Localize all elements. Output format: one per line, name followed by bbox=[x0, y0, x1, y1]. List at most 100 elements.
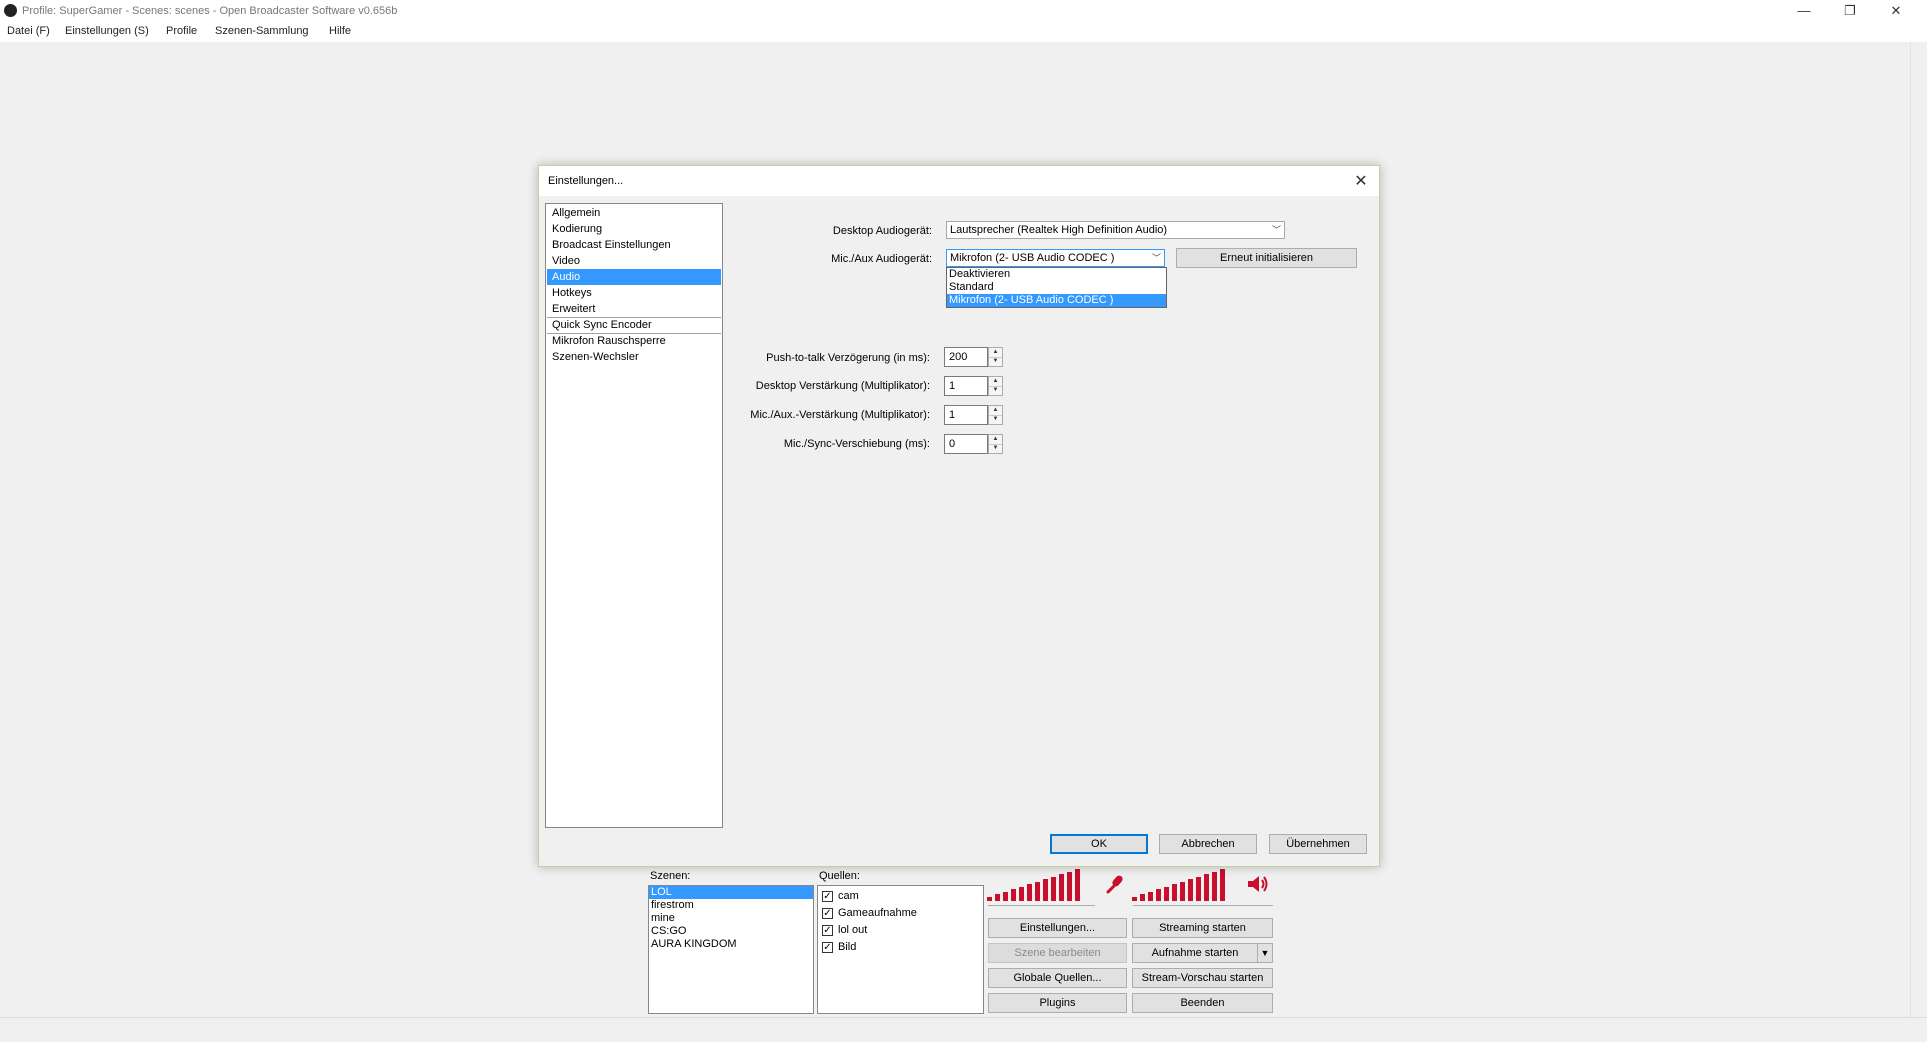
spin-down-icon[interactable]: ▼ bbox=[989, 357, 1002, 366]
spin-down-icon[interactable]: ▼ bbox=[989, 415, 1002, 424]
nav-item-video[interactable]: Video bbox=[547, 253, 721, 269]
checkbox[interactable]: ✓ bbox=[822, 941, 833, 953]
nav-item-noise-gate[interactable]: Mikrofon Rauschsperre bbox=[547, 333, 721, 349]
mic-volume-slider[interactable] bbox=[988, 905, 1095, 912]
scenes-list[interactable]: LOL firestrom mine CS:GO AURA KINGDOM bbox=[648, 885, 814, 1014]
settings-dialog: Einstellungen... ✕ Allgemein Kodierung B… bbox=[538, 165, 1380, 867]
apply-button[interactable]: Übernehmen bbox=[1269, 834, 1367, 854]
global-sources-button[interactable]: Globale Quellen... bbox=[988, 968, 1127, 988]
dropdown-option[interactable]: Deaktivieren bbox=[947, 268, 1166, 281]
start-streaming-button[interactable]: Streaming starten bbox=[1132, 918, 1273, 938]
dropdown-option[interactable]: Standard bbox=[947, 281, 1166, 294]
checkbox[interactable]: ✓ bbox=[822, 907, 833, 919]
mic-offset-input[interactable]: 0 bbox=[944, 434, 988, 454]
desktop-device-value: Lautsprecher (Realtek High Definition Au… bbox=[950, 224, 1168, 236]
nav-item-scene-switcher[interactable]: Szenen-Wechsler bbox=[547, 349, 721, 365]
scene-item[interactable]: CS:GO bbox=[649, 925, 813, 938]
settings-button[interactable]: Einstellungen... bbox=[988, 918, 1127, 938]
desktop-device-label: Desktop Audiogerät: bbox=[832, 225, 932, 237]
mic-boost-input[interactable]: 1 bbox=[944, 405, 988, 425]
meter-bar bbox=[1035, 882, 1040, 901]
scene-item[interactable]: LOL bbox=[649, 886, 813, 899]
nav-item-encoding[interactable]: Kodierung bbox=[547, 221, 721, 237]
microphone-icon[interactable] bbox=[1102, 872, 1126, 896]
spin-down-icon[interactable]: ▼ bbox=[989, 444, 1002, 453]
maximize-button[interactable]: ❐ bbox=[1827, 0, 1873, 22]
close-window-button[interactable]: ✕ bbox=[1873, 0, 1919, 22]
mic-device-select[interactable]: Mikrofon (2- USB Audio CODEC ) ﹀ bbox=[946, 249, 1165, 267]
cancel-button[interactable]: Abbrechen bbox=[1159, 834, 1257, 854]
source-item[interactable]: ✓ lol out bbox=[822, 923, 867, 937]
scene-item[interactable]: mine bbox=[649, 912, 813, 925]
mic-offset-label: Mic./Sync-Verschiebung (ms): bbox=[783, 438, 930, 450]
sources-list[interactable]: ✓ cam ✓ Gameaufnahme ✓ lol out ✓ Bild bbox=[817, 885, 984, 1014]
mic-device-dropdown-list[interactable]: Deaktivieren Standard Mikrofon (2- USB A… bbox=[946, 267, 1167, 308]
scene-item[interactable]: AURA KINGDOM bbox=[649, 938, 813, 951]
meter-bar bbox=[1220, 869, 1225, 901]
edit-scene-button[interactable]: Szene bearbeiten bbox=[988, 943, 1127, 963]
recording-options-dropdown[interactable]: ▼ bbox=[1257, 943, 1273, 963]
nav-item-hotkeys[interactable]: Hotkeys bbox=[547, 285, 721, 301]
ptt-delay-spinner[interactable]: 200 ▲ ▼ bbox=[944, 347, 1004, 367]
mic-offset-spinner[interactable]: 0 ▲ ▼ bbox=[944, 434, 1004, 454]
menu-profile[interactable]: Profile bbox=[166, 25, 197, 37]
desktop-volume-slider[interactable] bbox=[1133, 905, 1273, 912]
window-title: Profile: SuperGamer - Scenes: scenes - O… bbox=[22, 5, 398, 17]
menu-help[interactable]: Hilfe bbox=[329, 25, 351, 37]
spinner-buttons: ▲ ▼ bbox=[988, 434, 1003, 454]
source-label: lol out bbox=[838, 924, 868, 936]
reinitialize-button[interactable]: Erneut initialisieren bbox=[1176, 248, 1357, 268]
mic-device-label: Mic./Aux Audiogerät: bbox=[831, 253, 932, 265]
source-item[interactable]: ✓ Gameaufnahme bbox=[822, 906, 917, 920]
settings-category-list[interactable]: Allgemein Kodierung Broadcast Einstellun… bbox=[545, 203, 723, 828]
dialog-title-bar: Einstellungen... ✕ bbox=[539, 166, 1379, 196]
meter-bar bbox=[1003, 892, 1008, 901]
meter-bar bbox=[1059, 874, 1064, 901]
start-recording-button[interactable]: Aufnahme starten bbox=[1132, 943, 1258, 963]
dropdown-option[interactable]: Mikrofon (2- USB Audio CODEC ) bbox=[947, 294, 1166, 307]
meter-bar bbox=[1164, 887, 1169, 901]
menu-file[interactable]: Datei (F) bbox=[7, 25, 50, 37]
source-item[interactable]: ✓ cam bbox=[822, 889, 859, 903]
preview-stream-button[interactable]: Stream-Vorschau starten bbox=[1132, 968, 1273, 988]
nav-item-broadcast[interactable]: Broadcast Einstellungen bbox=[547, 237, 721, 253]
meter-bar bbox=[987, 897, 992, 901]
nav-item-quick-sync[interactable]: Quick Sync Encoder bbox=[547, 317, 721, 333]
vertical-scrollbar[interactable] bbox=[1910, 42, 1927, 1017]
menu-scene-collection[interactable]: Szenen-Sammlung bbox=[215, 25, 309, 37]
spinner-buttons: ▲ ▼ bbox=[988, 376, 1003, 396]
dialog-close-button[interactable]: ✕ bbox=[1351, 171, 1371, 191]
scene-item[interactable]: firestrom bbox=[649, 899, 813, 912]
checkbox[interactable]: ✓ bbox=[822, 924, 833, 936]
checkbox[interactable]: ✓ bbox=[822, 890, 833, 902]
nav-item-advanced[interactable]: Erweitert bbox=[547, 301, 721, 317]
sources-label: Quellen: bbox=[819, 870, 860, 882]
exit-button[interactable]: Beenden bbox=[1132, 993, 1273, 1013]
nav-item-audio[interactable]: Audio bbox=[547, 269, 721, 285]
desktop-device-select[interactable]: Lautsprecher (Realtek High Definition Au… bbox=[946, 221, 1285, 239]
desktop-volume-meter bbox=[1132, 869, 1242, 901]
meter-bar bbox=[1075, 869, 1080, 901]
obs-logo-icon bbox=[4, 4, 17, 17]
menu-settings[interactable]: Einstellungen (S) bbox=[65, 25, 149, 37]
meter-bar bbox=[1051, 877, 1056, 901]
nav-item-general[interactable]: Allgemein bbox=[547, 205, 721, 221]
spinner-buttons: ▲ ▼ bbox=[988, 347, 1003, 367]
plugins-button[interactable]: Plugins bbox=[988, 993, 1127, 1013]
speaker-icon[interactable] bbox=[1246, 873, 1270, 895]
minimize-button[interactable]: — bbox=[1781, 0, 1827, 22]
mic-boost-spinner[interactable]: 1 ▲ ▼ bbox=[944, 405, 1004, 425]
source-item[interactable]: ✓ Bild bbox=[822, 940, 856, 954]
source-label: Bild bbox=[838, 941, 857, 953]
desktop-boost-label: Desktop Verstärkung (Multiplikator): bbox=[755, 380, 930, 392]
desktop-boost-spinner[interactable]: 1 ▲ ▼ bbox=[944, 376, 1004, 396]
status-bar bbox=[0, 1017, 1927, 1042]
desktop-boost-input[interactable]: 1 bbox=[944, 376, 988, 396]
meter-bar bbox=[995, 894, 1000, 901]
mic-boost-label: Mic./Aux.-Verstärkung (Multiplikator): bbox=[750, 409, 930, 421]
spin-down-icon[interactable]: ▼ bbox=[989, 386, 1002, 395]
ptt-delay-input[interactable]: 200 bbox=[944, 347, 988, 367]
ok-button[interactable]: OK bbox=[1050, 834, 1148, 854]
meter-bar bbox=[1204, 874, 1209, 901]
mic-volume-meter bbox=[987, 869, 1097, 901]
